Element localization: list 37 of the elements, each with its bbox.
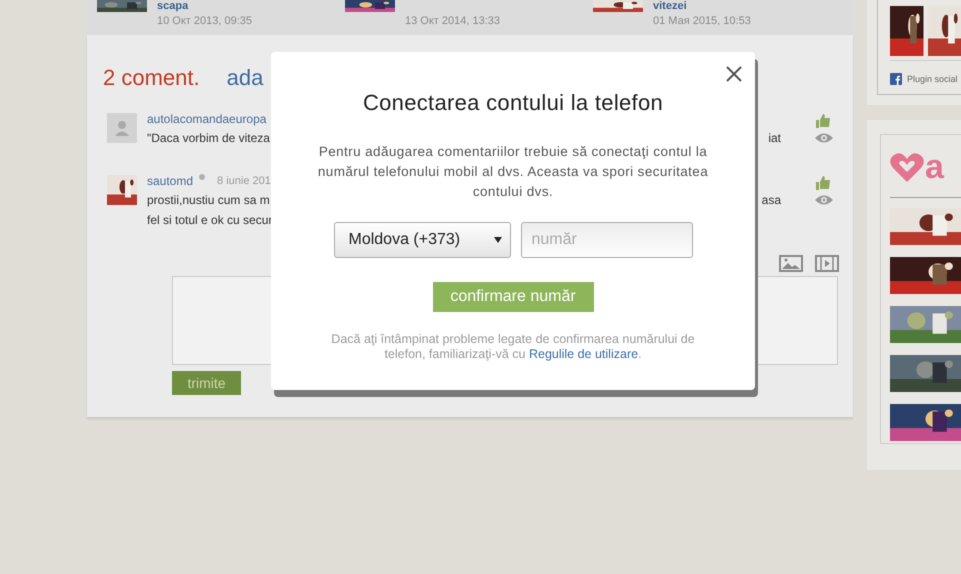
phone-number-field[interactable]: număr <box>520 222 692 258</box>
comment-author[interactable]: sautomd <box>147 174 194 188</box>
eye-icon[interactable] <box>815 194 833 206</box>
dialog-message: Pentru adăugarea comentariilor trebuie să conectaţi contul la numărul telefonului mobil al dvs. Aceasta va spori securitatea contului dvs. <box>316 143 710 201</box>
comment-count: 2 coment. <box>103 65 200 91</box>
logo-text: a <box>925 150 944 184</box>
rules-link[interactable]: Regulile de utilizare <box>528 347 638 361</box>
article-title[interactable]: scapa <box>157 0 252 13</box>
eye-icon[interactable] <box>815 132 833 144</box>
article-date: 13 Окт 2014, 13:33 <box>405 15 500 28</box>
comment-author[interactable]: autolacomandaeuropa <box>147 112 266 126</box>
facebook-icon <box>890 73 902 85</box>
article-title[interactable]: vitezei <box>653 0 751 13</box>
close-button[interactable] <box>726 66 742 82</box>
comment-text: asa <box>762 192 781 209</box>
close-icon <box>726 66 742 82</box>
avatar-icon <box>107 113 137 143</box>
add-comment-link[interactable]: ada <box>226 65 264 91</box>
heart-icon <box>890 152 924 182</box>
help-text: Dacă aţi întâmpinat probleme legate de confirmarea numărului de telefon, familiarizaţi-vă cu Regulile de utilizare. <box>330 332 696 362</box>
comment-date: 8 iunie 201 <box>217 175 271 187</box>
comment-text: iat <box>768 130 781 147</box>
thumbs-up-icon[interactable] <box>815 113 831 128</box>
video-icon[interactable] <box>815 255 839 272</box>
comment-text: "Daca vorbim de viteza <box>147 130 270 147</box>
image-icon[interactable] <box>779 255 803 272</box>
country-select[interactable]: Moldova (+373) <box>334 222 510 258</box>
submit-button[interactable]: trimite <box>172 371 241 395</box>
article-date: 10 Окт 2013, 09:35 <box>157 15 252 28</box>
comment-text: fel si totul e ok cu secur <box>147 212 272 229</box>
comment-text: prostii,nustiu cum sa m <box>147 192 270 209</box>
dropdown-caret-icon <box>494 237 502 243</box>
dialog-title: Conectarea contului la telefon <box>362 90 664 116</box>
thumbs-up-icon[interactable] <box>815 175 831 190</box>
plugin-label[interactable]: Plugin social <box>907 74 958 84</box>
article-date: 01 Мая 2015, 10:53 <box>653 15 751 28</box>
status-dot <box>199 174 206 180</box>
